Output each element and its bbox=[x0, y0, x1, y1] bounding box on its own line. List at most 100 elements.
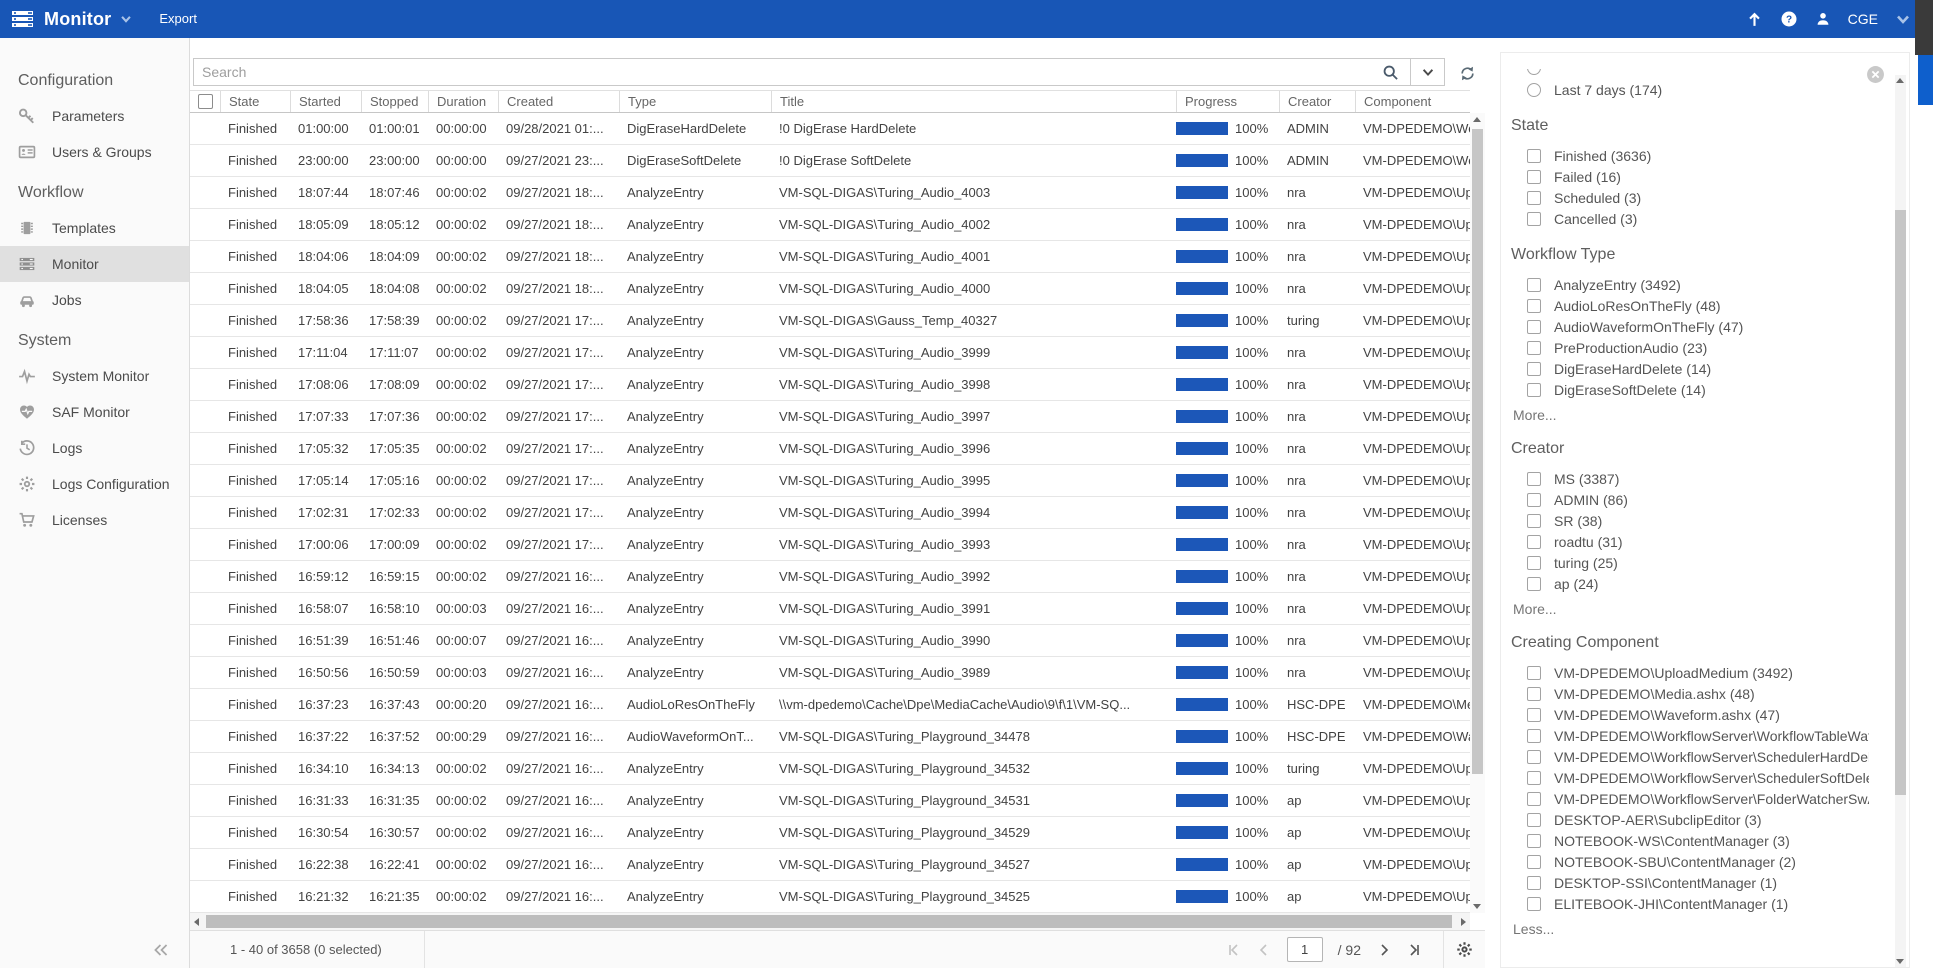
sidebar-item-logs-configuration[interactable]: Logs Configuration bbox=[0, 466, 189, 502]
table-row[interactable]: Finished17:05:3217:05:3500:00:0209/27/20… bbox=[190, 433, 1470, 465]
checkbox-icon[interactable] bbox=[1527, 191, 1541, 205]
filter-option[interactable]: MS (3387) bbox=[1511, 468, 1869, 489]
table-row[interactable]: Finished16:30:5416:30:5700:00:0209/27/20… bbox=[190, 817, 1470, 849]
filter-option[interactable]: ap (24) bbox=[1511, 573, 1869, 594]
filter-option[interactable]: ADMIN (86) bbox=[1511, 489, 1869, 510]
sidebar-item-system-monitor[interactable]: System Monitor bbox=[0, 358, 189, 394]
table-row[interactable]: Finished16:51:3916:51:4600:00:0709/27/20… bbox=[190, 625, 1470, 657]
last-page-button[interactable] bbox=[1407, 942, 1423, 958]
checkbox-icon[interactable] bbox=[1527, 687, 1541, 701]
filter-option[interactable]: Failed (16) bbox=[1511, 166, 1869, 187]
filter-option[interactable]: Cancelled (3) bbox=[1511, 208, 1869, 229]
window-scrollbar[interactable] bbox=[1915, 0, 1933, 968]
checkbox-icon[interactable] bbox=[1527, 556, 1541, 570]
filter-panel-scrollbar[interactable] bbox=[1895, 75, 1906, 967]
column-header-stopped[interactable]: Stopped bbox=[361, 91, 428, 112]
column-header-state[interactable]: State bbox=[220, 91, 290, 112]
table-row[interactable]: Finished16:37:2216:37:5200:00:2909/27/20… bbox=[190, 721, 1470, 753]
column-header-duration[interactable]: Duration bbox=[428, 91, 498, 112]
table-row[interactable]: Finished17:08:0617:08:0900:00:0209/27/20… bbox=[190, 369, 1470, 401]
filter-option[interactable]: PreProductionAudio (23) bbox=[1511, 337, 1869, 358]
page-number-input[interactable] bbox=[1287, 937, 1323, 962]
table-vertical-scrollbar[interactable] bbox=[1470, 113, 1485, 913]
filter-option[interactable]: VM-DPEDEMO\WorkflowServer\SchedulerSoftD… bbox=[1511, 767, 1869, 788]
column-header-created[interactable]: Created bbox=[498, 91, 619, 112]
window-scrollbar-thumb[interactable] bbox=[1918, 55, 1933, 105]
table-row[interactable]: Finished18:04:0518:04:0800:00:0209/27/20… bbox=[190, 273, 1470, 305]
checkbox-icon[interactable] bbox=[1527, 666, 1541, 680]
filter-option[interactable]: roadtu (31) bbox=[1511, 531, 1869, 552]
filter-option[interactable]: SR (38) bbox=[1511, 510, 1869, 531]
column-header-component[interactable]: Component bbox=[1355, 91, 1470, 112]
scroll-left-arrow[interactable] bbox=[194, 918, 199, 926]
filter-option[interactable]: Finished (3636) bbox=[1511, 145, 1869, 166]
checkbox-icon[interactable] bbox=[1527, 834, 1541, 848]
checkbox-icon[interactable] bbox=[1527, 708, 1541, 722]
user-icon[interactable] bbox=[1815, 11, 1831, 27]
filter-option[interactable]: VM-DPEDEMO\Waveform.ashx (47) bbox=[1511, 704, 1869, 725]
table-row[interactable]: Finished16:58:0716:58:1000:00:0309/27/20… bbox=[190, 593, 1470, 625]
filter-option[interactable]: DigEraseSoftDelete (14) bbox=[1511, 379, 1869, 400]
checkbox-icon[interactable] bbox=[1527, 299, 1541, 313]
table-row[interactable]: Finished01:00:0001:00:0100:00:0009/28/20… bbox=[190, 113, 1470, 145]
checkbox-icon[interactable] bbox=[1527, 897, 1541, 911]
filter-option[interactable]: DigEraseHardDelete (14) bbox=[1511, 358, 1869, 379]
filter-option[interactable]: AudioWaveformOnTheFly (47) bbox=[1511, 316, 1869, 337]
checkbox-icon[interactable] bbox=[1527, 472, 1541, 486]
help-icon[interactable]: ? bbox=[1780, 10, 1798, 28]
filter-option[interactable]: turing (25) bbox=[1511, 552, 1869, 573]
table-row[interactable]: Finished17:11:0417:11:0700:00:0209/27/20… bbox=[190, 337, 1470, 369]
filter-option[interactable]: AudioLoResOnTheFly (48) bbox=[1511, 295, 1869, 316]
user-dropdown-chevron-icon[interactable] bbox=[1895, 11, 1911, 27]
checkbox-icon[interactable] bbox=[1527, 362, 1541, 376]
menu-export[interactable]: Export bbox=[159, 11, 197, 26]
scroll-up-arrow[interactable] bbox=[1896, 78, 1904, 83]
filter-option[interactable]: NOTEBOOK-WS\ContentManager (3) bbox=[1511, 830, 1869, 851]
checkbox-icon[interactable] bbox=[1527, 535, 1541, 549]
checkbox-icon[interactable] bbox=[1527, 792, 1541, 806]
sidebar-item-jobs[interactable]: Jobs bbox=[0, 282, 189, 318]
sidebar-item-monitor[interactable]: Monitor bbox=[0, 246, 189, 282]
checkbox-icon[interactable] bbox=[1527, 383, 1541, 397]
filter-option[interactable]: VM-DPEDEMO\UploadMedium (3492) bbox=[1511, 662, 1869, 683]
previous-page-button[interactable] bbox=[1256, 942, 1272, 958]
upload-icon[interactable] bbox=[1746, 11, 1763, 28]
checkbox-icon[interactable] bbox=[1527, 493, 1541, 507]
table-row[interactable]: Finished18:07:4418:07:4600:00:0209/27/20… bbox=[190, 177, 1470, 209]
table-row[interactable]: Finished16:22:3816:22:4100:00:0209/27/20… bbox=[190, 849, 1470, 881]
clipped-filter-option[interactable] bbox=[1511, 69, 1869, 79]
table-vertical-scrollbar-thumb[interactable] bbox=[1472, 129, 1483, 774]
title-dropdown-chevron-icon[interactable] bbox=[119, 12, 133, 26]
select-all-checkbox[interactable] bbox=[198, 94, 213, 109]
filter-option[interactable]: VM-DPEDEMO\WorkflowServer\WorkflowTableW… bbox=[1511, 725, 1869, 746]
search-options-dropdown[interactable] bbox=[1410, 59, 1444, 85]
radio-icon[interactable] bbox=[1527, 83, 1541, 97]
checkbox-icon[interactable] bbox=[1527, 813, 1541, 827]
search-input[interactable] bbox=[194, 59, 1370, 85]
column-header-title[interactable]: Title bbox=[771, 91, 1176, 112]
filter-option[interactable]: VM-DPEDEMO\WorkflowServer\SchedulerHardD… bbox=[1511, 746, 1869, 767]
table-horizontal-scrollbar[interactable] bbox=[190, 913, 1470, 930]
sidebar-item-users-groups[interactable]: Users & Groups bbox=[0, 134, 189, 170]
collapse-sidebar-button[interactable] bbox=[151, 941, 171, 959]
scroll-right-arrow[interactable] bbox=[1461, 918, 1466, 926]
checkbox-icon[interactable] bbox=[1527, 278, 1541, 292]
filter-option[interactable]: VM-DPEDEMO\Media.ashx (48) bbox=[1511, 683, 1869, 704]
table-settings-button[interactable] bbox=[1443, 931, 1485, 968]
column-header-creator[interactable]: Creator bbox=[1279, 91, 1355, 112]
checkbox-icon[interactable] bbox=[1527, 855, 1541, 869]
sidebar-item-templates[interactable]: Templates bbox=[0, 210, 189, 246]
checkbox-icon[interactable] bbox=[1527, 876, 1541, 890]
filter-option[interactable]: NOTEBOOK-SBU\ContentManager (2) bbox=[1511, 851, 1869, 872]
more-link-workflow-type[interactable]: More... bbox=[1513, 407, 1869, 423]
refresh-button[interactable] bbox=[1453, 61, 1481, 85]
next-page-button[interactable] bbox=[1376, 942, 1392, 958]
sidebar-item-saf-monitor[interactable]: SAF Monitor bbox=[0, 394, 189, 430]
table-row[interactable]: Finished18:05:0918:05:1200:00:0209/27/20… bbox=[190, 209, 1470, 241]
scroll-up-arrow[interactable] bbox=[1473, 117, 1481, 122]
table-horizontal-scrollbar-thumb[interactable] bbox=[206, 915, 1452, 928]
checkbox-icon[interactable] bbox=[1527, 771, 1541, 785]
sidebar-item-parameters[interactable]: Parameters bbox=[0, 98, 189, 134]
table-row[interactable]: Finished18:04:0618:04:0900:00:0209/27/20… bbox=[190, 241, 1470, 273]
table-row[interactable]: Finished16:59:1216:59:1500:00:0209/27/20… bbox=[190, 561, 1470, 593]
